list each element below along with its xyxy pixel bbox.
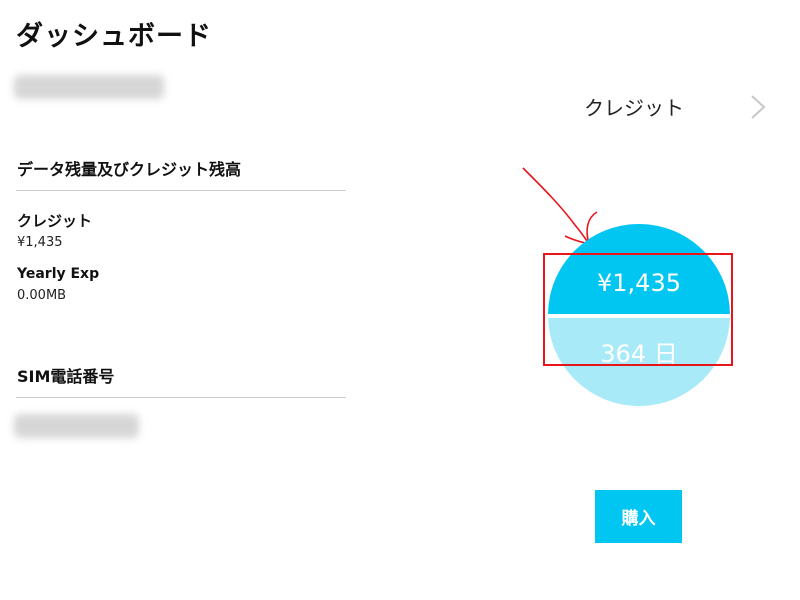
credit-value: ¥1,435 — [17, 235, 63, 250]
buy-button[interactable]: 購入 — [595, 490, 682, 543]
yearly-exp-value: 0.00MB — [17, 288, 67, 303]
dashboard-page: ダッシュボード クレジット データ残量及びクレジット残高 クレジット ¥1,43… — [0, 0, 800, 600]
sim-number-heading: SIM電話番号 — [17, 367, 115, 386]
section-divider — [16, 397, 346, 398]
page-title: ダッシュボード — [16, 21, 212, 52]
chevron-right-icon — [751, 95, 766, 119]
red-highlight-box — [543, 253, 733, 366]
credit-nav-label: クレジット — [584, 96, 684, 120]
yearly-exp-label: Yearly Exp — [17, 266, 100, 282]
credit-label: クレジット — [17, 212, 93, 230]
credit-nav-link[interactable]: クレジット — [580, 88, 780, 124]
section-divider — [16, 190, 346, 191]
redacted-account-info — [14, 75, 164, 99]
redacted-phone-number — [14, 414, 139, 438]
data-balance-heading: データ残量及びクレジット残高 — [17, 160, 242, 179]
